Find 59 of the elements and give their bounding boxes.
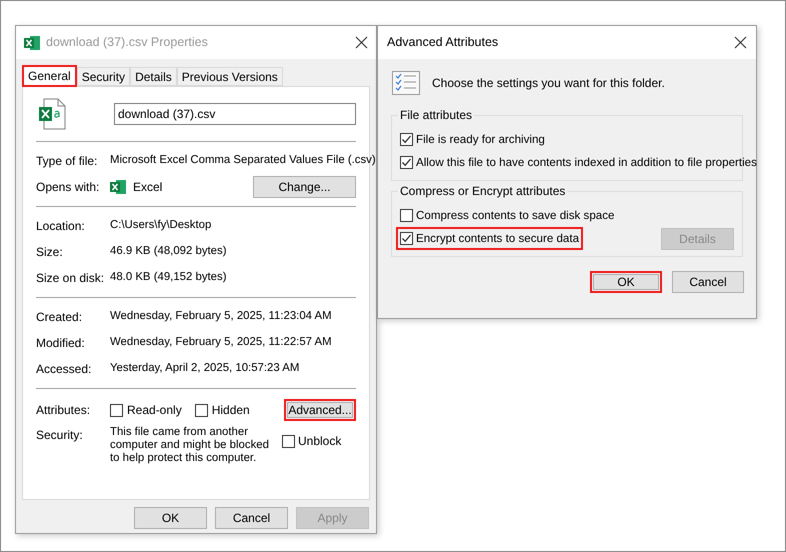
tab[interactable]: Previous Versions: [176, 67, 283, 86]
dialog-button[interactable]: OK: [134, 507, 207, 529]
group-title: Compress or Encrypt attributes: [398, 184, 568, 198]
dialog-button[interactable]: Cancel: [215, 507, 288, 529]
security-message: This file came from another computer and might be blocked to help protect this computer.: [110, 426, 270, 465]
checkbox[interactable]: [110, 404, 123, 416]
checkbox[interactable]: [400, 133, 413, 146]
tab[interactable]: General: [22, 65, 77, 87]
field-label: Accessed:: [36, 361, 92, 378]
checkbox-label: Hidden: [212, 402, 250, 419]
checkbox-row[interactable]: Compress contents to save disk space: [396, 204, 618, 228]
checkbox-row[interactable]: Encrypt contents to secure data: [396, 226, 584, 250]
checkbox[interactable]: [400, 209, 413, 222]
field-value: Wednesday, February 5, 2025, 11:22:57 AM: [110, 335, 332, 350]
advanced-button[interactable]: Advanced...: [284, 399, 356, 421]
field-label: Size:: [36, 244, 64, 261]
spreadsheet-icon: [110, 179, 126, 195]
tab[interactable]: Security: [76, 67, 130, 86]
field-label: Created:: [36, 309, 84, 326]
checkbox[interactable]: [400, 156, 413, 169]
field-value: C:\Users\fy\Desktop: [110, 218, 212, 234]
checkbox-row[interactable]: Allow this file to have contents indexed in addition to file properties: [396, 150, 761, 174]
field-label: Location:: [36, 218, 86, 235]
field-value: Wednesday, February 5, 2025, 11:23:04 AM: [110, 309, 332, 324]
field-value: Microsoft Excel Comma Separated Values File (.csv): [110, 153, 376, 168]
file-name-field[interactable]: download (37).csv: [114, 103, 356, 125]
spreadsheet-icon: [24, 34, 40, 50]
checkbox-label: File is ready for archiving: [416, 132, 545, 148]
checkbox[interactable]: [282, 434, 295, 448]
field-label: Opens with:: [36, 179, 100, 196]
app-name: Excel: [133, 179, 164, 196]
tab[interactable]: Details: [130, 67, 177, 86]
checkbox-label: Unblock: [298, 433, 342, 450]
description-text: Choose the settings you want for this folder.: [432, 75, 665, 92]
dialog-button[interactable]: Cancel: [672, 271, 744, 293]
field-label: Modified:: [36, 335, 86, 352]
group-title: File attributes: [398, 108, 474, 122]
field-label: Size on disk:: [36, 270, 106, 287]
checklist-icon: [392, 71, 420, 95]
window-title: Advanced Attributes: [387, 34, 500, 52]
spreadsheet-file-icon: [38, 98, 66, 130]
field-value: 48.0 KB (49,152 bytes): [110, 270, 227, 286]
checkbox[interactable]: [400, 232, 413, 245]
checkbox-label: Compress contents to save disk space: [416, 208, 614, 224]
checkbox-label: Encrypt contents to secure data: [416, 230, 580, 247]
window-title: download (37).csv Properties: [46, 34, 209, 52]
close-icon[interactable]: [355, 36, 368, 49]
checkbox-row[interactable]: File is ready for archiving: [396, 128, 549, 152]
field-label: Type of file:: [36, 153, 98, 170]
field-label: Attributes:: [36, 402, 92, 419]
checkbox-label: Allow this file to have contents indexed in addition to file properties: [416, 154, 757, 171]
checkbox[interactable]: [194, 404, 208, 416]
dialog-button[interactable]: OK: [590, 271, 662, 293]
checkbox-label: Read-only: [127, 402, 182, 419]
field-value: 46.9 KB (48,092 bytes): [110, 244, 227, 260]
change-button[interactable]: Change...: [253, 176, 356, 198]
field-value: Yesterday, April 2, 2025, 10:57:23 AM: [110, 361, 300, 376]
field-label: Security:: [36, 427, 84, 444]
close-icon[interactable]: [734, 36, 747, 49]
